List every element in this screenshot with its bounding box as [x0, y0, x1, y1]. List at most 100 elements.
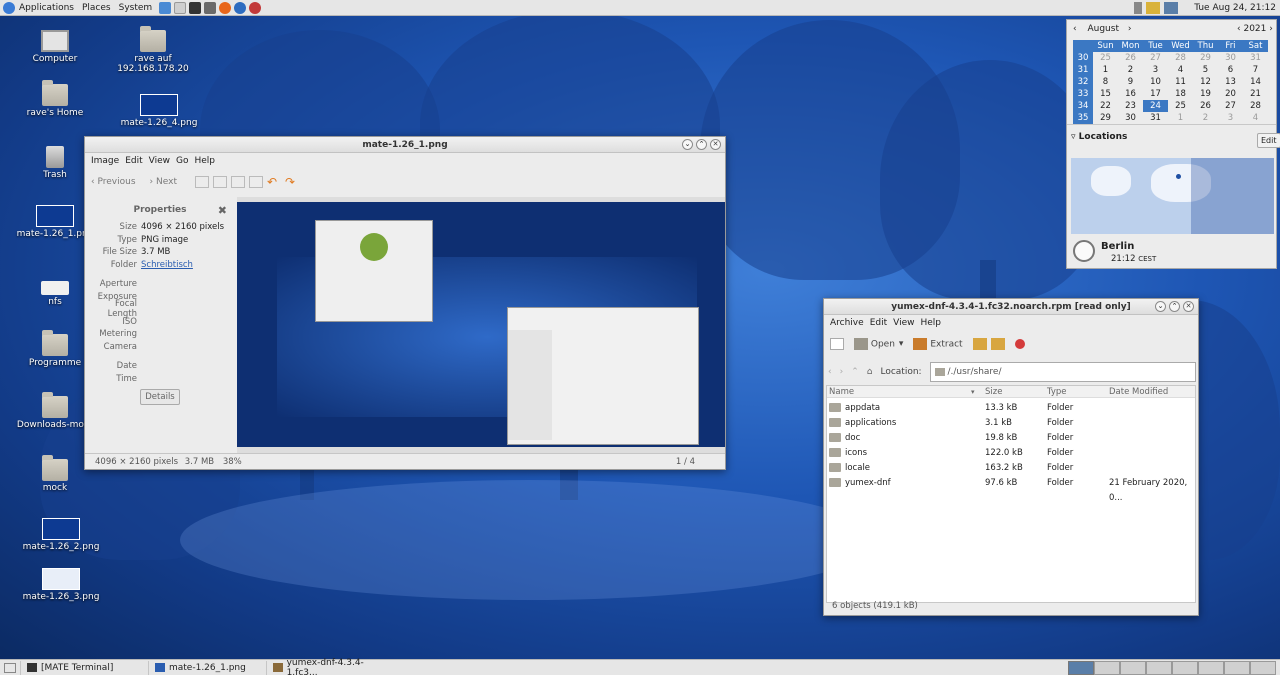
menu-edit[interactable]: Edit: [122, 156, 145, 166]
stop-icon[interactable]: [1014, 339, 1025, 349]
calendar-day[interactable]: 28: [1168, 52, 1193, 64]
calendar-day[interactable]: 17: [1143, 88, 1168, 100]
year-selector[interactable]: ‹ 2021 ›: [1237, 24, 1273, 34]
calendar-day[interactable]: 21: [1243, 88, 1268, 100]
calendar-day[interactable]: 25: [1093, 52, 1118, 64]
clock[interactable]: Tue Aug 24, 21:12: [1194, 3, 1276, 13]
calendar-day[interactable]: 12: [1193, 76, 1218, 88]
workspace-3[interactable]: [1120, 660, 1146, 675]
calendar-day[interactable]: 31: [1243, 52, 1268, 64]
table-row[interactable]: appdata 13.3 kB Folder: [827, 401, 1197, 416]
workspace-7[interactable]: [1224, 660, 1250, 675]
calendar-day[interactable]: 3: [1143, 64, 1168, 76]
add-folder-icon[interactable]: [990, 338, 1005, 350]
maximize-button[interactable]: ⌃: [1169, 301, 1180, 312]
calendar-day[interactable]: 22: [1093, 100, 1118, 112]
workspace-2[interactable]: [1094, 660, 1120, 675]
zoom-in-icon[interactable]: [194, 176, 209, 188]
workspace-8[interactable]: [1250, 660, 1276, 675]
zoom-out-icon[interactable]: [212, 176, 227, 188]
menu-image[interactable]: Image: [88, 156, 122, 166]
next-year-icon[interactable]: ›: [1269, 24, 1273, 34]
network-icon[interactable]: [1164, 1, 1179, 14]
new-archive-icon[interactable]: [830, 338, 844, 350]
column-name[interactable]: Name: [829, 386, 854, 398]
desktop-icon-mate-1-26-4[interactable]: mate-1.26_4.png: [114, 94, 204, 128]
calendar-day[interactable]: 8: [1093, 76, 1118, 88]
calendar-day[interactable]: 11: [1168, 76, 1193, 88]
zoom-fit-icon[interactable]: [248, 176, 263, 188]
table-row[interactable]: doc 19.8 kB Folder: [827, 431, 1197, 446]
open-button[interactable]: Open: [854, 338, 895, 350]
calendar-day[interactable]: 28: [1243, 100, 1268, 112]
calendar-day[interactable]: 2: [1193, 112, 1218, 124]
workspace-5[interactable]: [1172, 660, 1198, 675]
task-archive-manager[interactable]: yumex-dnf-4.3.4-1.fc3...: [266, 658, 396, 675]
archive-manager-titlebar[interactable]: yumex-dnf-4.3.4-1.fc32.noarch.rpm [read …: [824, 299, 1198, 315]
search-tool-icon[interactable]: [249, 1, 262, 14]
show-desktop-icon[interactable]: [4, 662, 16, 673]
minimize-button[interactable]: ⌄: [1155, 301, 1166, 312]
workspace-6[interactable]: [1198, 660, 1224, 675]
forward-icon[interactable]: ›: [840, 367, 844, 377]
calendar-day[interactable]: 15: [1093, 88, 1118, 100]
calendar-day[interactable]: 10: [1143, 76, 1168, 88]
calendar-day[interactable]: 13: [1218, 76, 1243, 88]
calendar-day[interactable]: 29: [1093, 112, 1118, 124]
calendar-day[interactable]: 31: [1143, 112, 1168, 124]
calendar-day[interactable]: 27: [1143, 52, 1168, 64]
calendar-day[interactable]: 23: [1118, 100, 1143, 112]
menu-edit[interactable]: Edit: [867, 318, 890, 328]
prev-month-icon[interactable]: ‹: [1073, 24, 1077, 34]
locations-header[interactable]: ▿ Locations: [1071, 132, 1127, 142]
calendar-day[interactable]: 25: [1168, 100, 1193, 112]
menu-places[interactable]: Places: [78, 3, 115, 13]
close-sidebar-icon[interactable]: ✖: [218, 204, 227, 217]
menu-go[interactable]: Go: [173, 156, 191, 166]
up-icon[interactable]: ⌃: [851, 367, 859, 377]
previous-button[interactable]: ‹ Previous: [91, 177, 136, 187]
calendar-day[interactable]: 29: [1193, 52, 1218, 64]
table-row[interactable]: yumex-dnf 97.6 kB Folder 21 February 2020, …: [827, 476, 1197, 503]
table-row[interactable]: applications 3.1 kB Folder: [827, 416, 1197, 431]
calendar-day[interactable]: 30: [1218, 52, 1243, 64]
monitor-launcher-icon[interactable]: [204, 1, 217, 14]
prev-year-icon[interactable]: ‹: [1237, 24, 1241, 34]
thunderbird-launcher-icon[interactable]: [234, 1, 247, 14]
column-type[interactable]: Type: [1047, 386, 1067, 398]
menu-view[interactable]: View: [146, 156, 173, 166]
calendar-day[interactable]: 9: [1118, 76, 1143, 88]
text-editor-launcher-icon[interactable]: [174, 1, 187, 14]
calendar-day[interactable]: 1: [1093, 64, 1118, 76]
add-files-icon[interactable]: [972, 338, 987, 350]
menu-archive[interactable]: Archive: [827, 318, 867, 328]
extract-button[interactable]: Extract: [913, 338, 963, 350]
calendar-day[interactable]: 18: [1168, 88, 1193, 100]
calendar-day[interactable]: 4: [1168, 64, 1193, 76]
close-button[interactable]: ✕: [710, 139, 721, 150]
next-month-icon[interactable]: ›: [1128, 24, 1132, 34]
month-selector[interactable]: ‹ August ›: [1073, 24, 1143, 34]
next-button[interactable]: › Next: [150, 177, 177, 187]
calendar-day[interactable]: 27: [1218, 100, 1243, 112]
workspace-4[interactable]: [1146, 660, 1172, 675]
calendar-day-today[interactable]: 24: [1143, 100, 1168, 112]
task-image-viewer[interactable]: mate-1.26_1.png: [148, 660, 266, 675]
image-viewer-titlebar[interactable]: mate-1.26_1.png ⌄ ⌃ ✕: [85, 137, 725, 153]
image-canvas[interactable]: [237, 197, 725, 453]
back-icon[interactable]: ‹: [828, 367, 832, 377]
calendar-day[interactable]: 26: [1118, 52, 1143, 64]
terminal-launcher-icon[interactable]: [159, 1, 172, 14]
edit-locations-button[interactable]: Edit: [1257, 133, 1280, 148]
calendar-day[interactable]: 5: [1193, 64, 1218, 76]
calendar-day[interactable]: 4: [1243, 112, 1268, 124]
calendar-day[interactable]: 26: [1193, 100, 1218, 112]
desktop-icon-network-share[interactable]: rave auf 192.168.178.20: [108, 26, 198, 74]
rotate-left-icon[interactable]: ↶: [267, 176, 281, 188]
console-launcher-icon[interactable]: [189, 1, 202, 14]
calendar-day[interactable]: 19: [1193, 88, 1218, 100]
folder-link[interactable]: Schreibtisch: [141, 260, 193, 270]
calendar-day[interactable]: 30: [1118, 112, 1143, 124]
menu-view[interactable]: View: [890, 318, 917, 328]
calendar-day[interactable]: 7: [1243, 64, 1268, 76]
